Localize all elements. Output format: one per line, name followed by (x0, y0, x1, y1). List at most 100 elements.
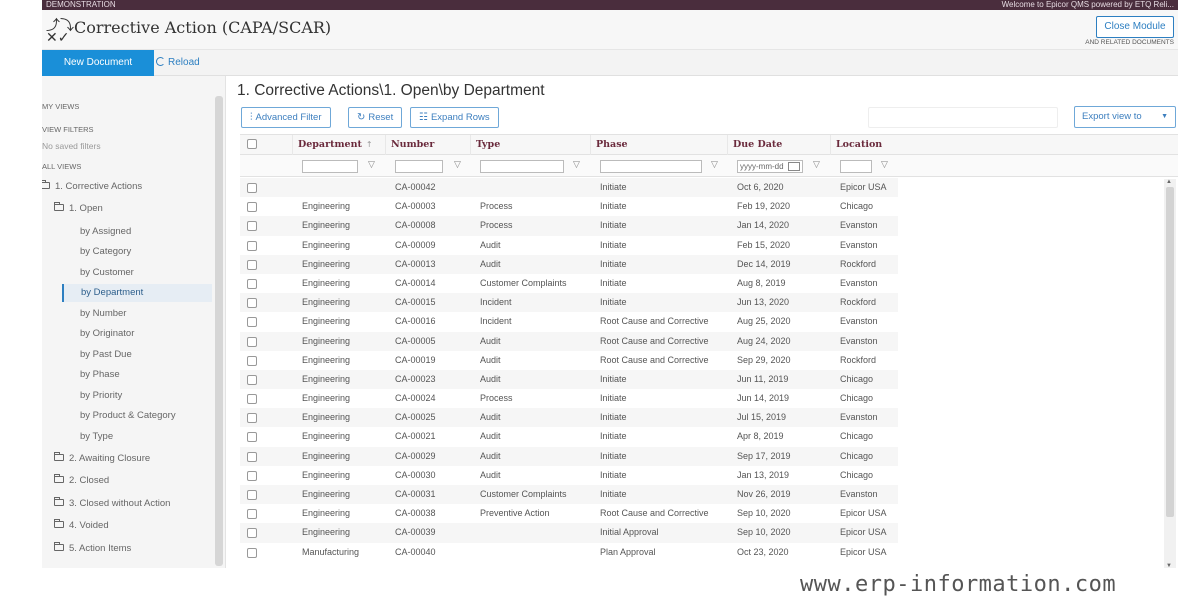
filter-icon[interactable]: ▽ (368, 159, 375, 170)
sidebar-scrollbar[interactable] (215, 96, 223, 566)
sidebar-item[interactable]: 2. Awaiting Closure (54, 450, 150, 468)
sidebar-item[interactable]: 3. Closed without Action (54, 495, 170, 513)
column-label: Type (476, 139, 501, 150)
sidebar-item[interactable]: by Type (80, 428, 113, 446)
grid-scroll-thumb[interactable] (1166, 187, 1174, 517)
sidebar-item[interactable]: by Originator (80, 325, 134, 343)
export-view-dropdown[interactable]: Export view to ▼ (1074, 106, 1176, 128)
table-row[interactable]: Engineering CA-00025 Audit Initiate Jul 15, … (240, 408, 1168, 428)
sidebar-item[interactable]: by Product & Category (80, 407, 176, 425)
select-all-checkbox[interactable] (247, 139, 257, 149)
table-row[interactable]: Manufacturing CA-00040 Plan Approval Oct 23… (240, 543, 1168, 562)
department-filter-input[interactable] (302, 160, 358, 173)
sidebar-item[interactable]: by Assigned (80, 223, 131, 241)
row-checkbox[interactable] (247, 202, 257, 213)
row-checkbox[interactable] (247, 451, 257, 462)
row-checkbox[interactable] (247, 470, 257, 481)
filter-icon[interactable]: ▽ (454, 159, 461, 170)
row-checkbox[interactable] (247, 394, 257, 405)
column-header-number[interactable]: Number (385, 135, 470, 155)
sidebar-item[interactable]: 5. Action Items (54, 540, 131, 558)
scroll-down-icon[interactable]: ▼ (1166, 563, 1172, 568)
due-date-cell: Sep 29, 2020 (737, 354, 791, 365)
reset-button[interactable]: ↻ Reset (348, 107, 403, 128)
new-document-button[interactable]: New Document (42, 50, 154, 76)
table-row[interactable]: Engineering CA-00015 Incident Initiate Jun 1… (240, 293, 1168, 313)
type-filter-input[interactable] (480, 160, 564, 173)
view-filters-heading[interactable]: VIEW FILTERS (42, 125, 94, 134)
row-checkbox[interactable] (247, 374, 257, 385)
column-header-type[interactable]: Type (470, 135, 590, 155)
table-row[interactable]: Engineering CA-00005 Audit Root Cause and C… (240, 331, 1168, 351)
expand-rows-button[interactable]: ☷ Expand Rows (410, 107, 499, 128)
row-checkbox[interactable] (247, 547, 257, 558)
advanced-filter-button[interactable]: ⫶ Advanced Filter (241, 107, 331, 128)
phase-filter-input[interactable] (600, 160, 702, 173)
row-checkbox[interactable] (247, 336, 257, 347)
sidebar-item[interactable]: by Phase (80, 366, 120, 384)
row-checkbox[interactable] (247, 432, 257, 443)
table-row[interactable]: Engineering CA-00038 Preventive Action Root… (240, 504, 1168, 523)
row-checkbox[interactable] (247, 490, 257, 500)
sidebar-item[interactable]: by Number (80, 305, 126, 323)
calendar-icon[interactable] (788, 162, 800, 171)
row-checkbox[interactable] (247, 355, 257, 366)
grid-scrollbar[interactable]: ▲ ▼ (1164, 179, 1176, 568)
table-row[interactable]: Engineering CA-00016 Incident Root Cause an… (240, 312, 1168, 331)
saved-view-select[interactable] (868, 107, 1058, 128)
location-cell: Chicago (840, 393, 874, 404)
table-row[interactable]: Engineering CA-00013 Audit Initiate Dec 14, … (240, 254, 1168, 274)
due-date-filter-input[interactable]: yyyy-mm-dd (737, 160, 803, 173)
table-row[interactable]: Engineering CA-00009 Audit Initiate Feb 15, … (240, 236, 1168, 255)
row-checkbox[interactable] (247, 528, 257, 539)
table-row[interactable]: Engineering CA-00023 Audit Initiate Jun 11, … (240, 369, 1168, 390)
my-views-heading[interactable]: MY VIEWS (42, 102, 79, 111)
filter-icon[interactable]: ▽ (711, 159, 718, 170)
filter-icon[interactable]: ▽ (881, 159, 888, 170)
row-checkbox[interactable] (247, 413, 257, 424)
sidebar-item[interactable]: by Past Due (80, 346, 132, 364)
column-header-due-date[interactable]: Due Date (727, 135, 830, 155)
location-filter-input[interactable] (840, 160, 872, 173)
column-header-location[interactable]: Location (830, 135, 898, 155)
row-checkbox[interactable] (247, 221, 257, 232)
sidebar-item[interactable]: 1. Corrective Actions (42, 178, 142, 196)
column-header-phase[interactable]: Phase (590, 135, 727, 155)
table-row[interactable]: Engineering CA-00039 Initial Approval Sep 1… (240, 523, 1168, 543)
row-checkbox[interactable] (247, 259, 257, 270)
table-row[interactable]: Engineering CA-00021 Audit Initiate Apr 8, 2… (240, 427, 1168, 446)
sidebar-item[interactable]: 4. Voided (54, 517, 109, 535)
sidebar-item[interactable]: by Category (80, 243, 131, 261)
table-row[interactable]: Engineering CA-00030 Audit Initiate Jan 13, … (240, 466, 1168, 485)
table-row[interactable]: Engineering CA-00003 Process Initiate Feb 19… (240, 197, 1168, 216)
table-row[interactable]: Engineering CA-00031 Customer Complaints In… (240, 485, 1168, 505)
table-row[interactable]: Engineering CA-00024 Process Initiate Jun 14… (240, 389, 1168, 408)
sidebar-item[interactable]: by Priority (80, 387, 122, 405)
table-row[interactable]: Engineering CA-00029 Audit Initiate Sep 17, … (240, 446, 1168, 466)
table-row[interactable]: Engineering CA-00008 Process Initiate Jan 14… (240, 216, 1168, 236)
sidebar-item[interactable]: 2. Closed (54, 472, 109, 490)
table-row[interactable]: Engineering CA-00014 Customer Complaints In… (240, 274, 1168, 293)
scroll-up-icon[interactable]: ▲ (1166, 179, 1172, 185)
phase-cell: Initiate (600, 489, 627, 499)
row-checkbox[interactable] (247, 298, 257, 309)
row-checkbox[interactable] (247, 278, 257, 289)
table-row[interactable]: Engineering CA-00019 Audit Root Cause and C… (240, 351, 1168, 370)
row-checkbox[interactable] (247, 240, 257, 251)
location-cell: Chicago (840, 373, 874, 384)
all-views-heading[interactable]: ALL VIEWS (42, 162, 81, 171)
row-checkbox[interactable] (247, 509, 257, 520)
grid-body: CA-00042 Initiate Oct 6, 2020 Epicor USA Eng… (240, 178, 1168, 562)
filter-icon[interactable]: ▽ (813, 159, 820, 170)
number-filter-input[interactable] (395, 160, 443, 173)
sidebar-item[interactable]: 1. Open (54, 200, 103, 218)
row-checkbox[interactable] (247, 183, 257, 193)
close-module-button[interactable]: Close Module (1096, 16, 1174, 38)
table-row[interactable]: CA-00042 Initiate Oct 6, 2020 Epicor USA (240, 178, 1168, 198)
sidebar-item[interactable]: by Customer (80, 264, 134, 282)
sidebar-item[interactable]: by Department (62, 284, 212, 302)
column-header-department[interactable]: Department ↑ (292, 135, 382, 155)
row-checkbox[interactable] (247, 317, 257, 328)
filter-icon[interactable]: ▽ (573, 159, 580, 170)
reload-button[interactable]: Reload (156, 50, 200, 76)
